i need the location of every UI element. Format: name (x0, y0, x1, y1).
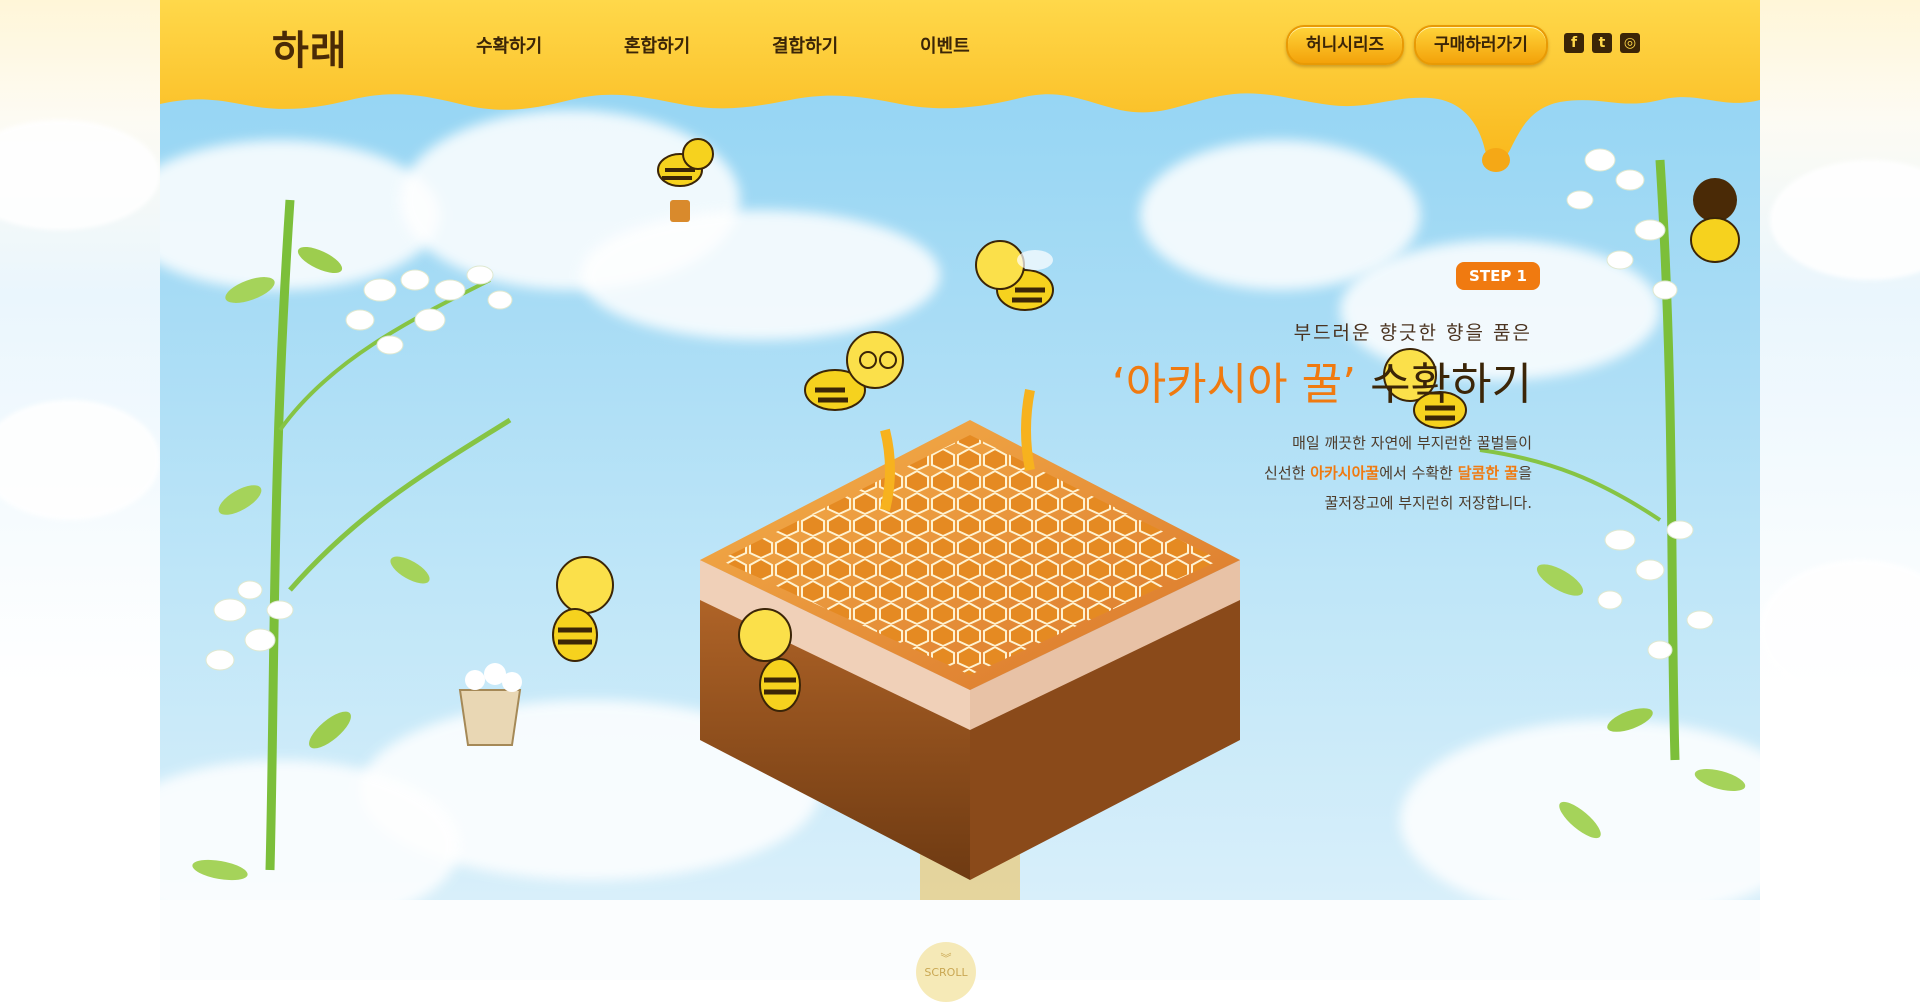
acacia-branch-left (192, 199, 513, 881)
nav-item-event[interactable]: 이벤트 (920, 32, 970, 58)
desc-line-1: 매일 깨끗한 자연에 부지런한 꿀벌들이 (1292, 434, 1532, 452)
nav-item-harvest[interactable]: 수확하기 (476, 32, 542, 58)
hero-description: 매일 깨끗한 자연에 부지런한 꿀벌들이 신선한 아카시아꿀에서 수확한 달콤한… (1264, 428, 1532, 518)
bee-flying (975, 240, 1054, 311)
bee-holding-flower (738, 608, 801, 712)
bee-on-stem (1690, 178, 1740, 263)
hero-stage: 하래 수확하기 혼합하기 결합하기 이벤트 허니시리즈 구매하러가기 f t ◎… (160, 0, 1760, 900)
scroll-label: SCROLL (924, 966, 968, 979)
instagram-icon[interactable]: ◎ (1620, 33, 1640, 53)
desc-highlight: 달콤한 꿀 (1457, 464, 1519, 482)
desc-line-3: 꿀저장고에 부지런히 저장합니다. (1324, 494, 1532, 512)
hero-title-rest: 수확하기 (1370, 359, 1532, 410)
desc-highlight: 아카시아꿀 (1310, 464, 1380, 482)
honey-series-button[interactable]: 허니시리즈 (1286, 25, 1405, 65)
buy-button[interactable]: 구매하러가기 (1414, 25, 1548, 65)
hero-title: ‘아카시아 꿀’ 수확하기 (1112, 348, 1532, 412)
desc-text: 을 (1518, 464, 1532, 482)
twitter-icon[interactable]: t (1592, 33, 1612, 53)
chevron-down-icon: ︾ (940, 952, 952, 965)
step-badge: STEP 1 (1456, 262, 1540, 290)
hero-subtitle: 부드러운 향긋한 향을 품은 (1293, 322, 1532, 344)
site-header: 하래 수확하기 혼합하기 결합하기 이벤트 허니시리즈 구매하러가기 f t ◎ (160, 0, 1760, 90)
desc-line-2: 신선한 아카시아꿀에서 수확한 달콤한 꿀을 (1264, 458, 1532, 488)
desc-text: 에서 수확한 (1379, 464, 1458, 482)
left-side-background (0, 0, 190, 980)
scroll-down-button[interactable]: ︾ SCROLL (916, 942, 976, 1002)
desc-text: 신선한 (1264, 464, 1311, 482)
brand-logo[interactable]: 하래 (272, 18, 348, 76)
facebook-icon[interactable]: f (1564, 33, 1584, 53)
nav-item-blend[interactable]: 혼합하기 (624, 32, 690, 58)
flower-pot (458, 663, 522, 746)
hero-title-accent: ‘아카시아 꿀’ (1111, 359, 1357, 410)
bee-with-glasses (804, 331, 904, 411)
bee-with-flowers (552, 556, 614, 662)
right-side-background (1760, 0, 1920, 980)
nav-item-combine[interactable]: 결합하기 (772, 32, 838, 58)
